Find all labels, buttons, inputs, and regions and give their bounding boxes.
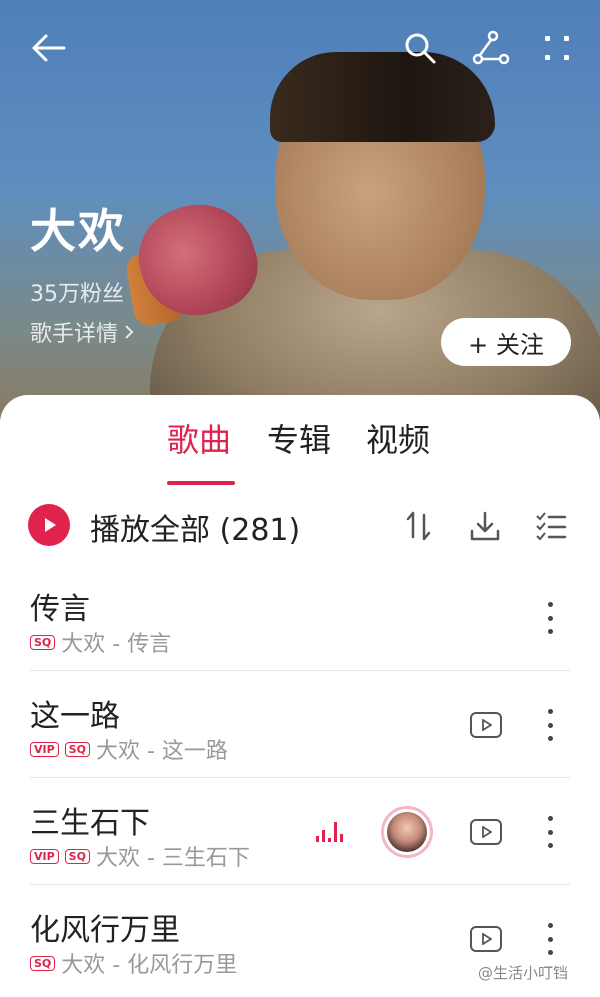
- share-button[interactable]: [466, 28, 516, 68]
- play-all-button[interactable]: [28, 504, 70, 546]
- play-all-row: 播放全部 (281): [0, 495, 600, 555]
- artist-detail-link[interactable]: 歌手详情: [30, 316, 134, 348]
- sq-badge: SQ: [30, 955, 56, 971]
- more-vertical-icon[interactable]: [540, 816, 560, 848]
- download-icon[interactable]: [468, 509, 502, 543]
- play-all-label[interactable]: 播放全部 (281): [90, 505, 300, 549]
- multi-select-icon[interactable]: [534, 509, 568, 543]
- vip-badge: VIP: [30, 741, 59, 757]
- mv-icon[interactable]: [470, 819, 502, 845]
- list-item[interactable]: 这一路 VIP SQ 大欢 - 这一路: [0, 677, 600, 783]
- song-title: 这一路: [30, 699, 120, 734]
- song-subtitle: 大欢 - 这一路: [95, 739, 228, 764]
- tab-videos[interactable]: 视频: [366, 415, 430, 461]
- tab-songs[interactable]: 歌曲: [167, 415, 231, 461]
- search-button[interactable]: [398, 28, 442, 68]
- equalizer-icon: [316, 820, 344, 842]
- more-icon: [545, 36, 569, 60]
- divider: [30, 777, 570, 778]
- song-subtitle-row: VIP SQ 大欢 - 三生石下: [30, 840, 250, 872]
- song-subtitle-row: SQ 大欢 - 化风行万里: [30, 947, 237, 979]
- follow-button[interactable]: + 关注: [441, 318, 571, 366]
- sq-badge: SQ: [64, 848, 90, 864]
- top-bar: [0, 0, 600, 90]
- sq-badge: SQ: [64, 741, 90, 757]
- vip-badge: VIP: [30, 848, 59, 864]
- back-button[interactable]: [26, 28, 70, 68]
- tab-bar: 歌曲 专辑 视频: [0, 415, 600, 485]
- divider: [30, 884, 570, 885]
- tab-active-indicator: [167, 481, 235, 485]
- avatar[interactable]: [381, 806, 433, 858]
- share-icon: [472, 30, 510, 65]
- play-icon: [45, 518, 56, 532]
- back-arrow-icon: [32, 34, 66, 62]
- song-title: 三生石下: [30, 806, 150, 841]
- list-item[interactable]: 三生石下 VIP SQ 大欢 - 三生石下: [0, 784, 600, 890]
- avatar-image: [387, 812, 427, 852]
- mv-icon[interactable]: [470, 712, 502, 738]
- song-subtitle: 大欢 - 三生石下: [95, 846, 250, 871]
- song-title: 化风行万里: [30, 913, 180, 948]
- song-subtitle: 大欢 - 化风行万里: [61, 953, 238, 978]
- fans-count: 35万粉丝: [30, 282, 124, 307]
- search-icon: [405, 33, 436, 64]
- song-subtitle-row: SQ 大欢 - 传言: [30, 626, 171, 658]
- more-vertical-icon[interactable]: [540, 602, 560, 634]
- more-vertical-icon[interactable]: [540, 923, 560, 955]
- watermark: @生活小叮铛: [478, 964, 569, 982]
- sort-icon[interactable]: [402, 509, 436, 543]
- song-subtitle-row: VIP SQ 大欢 - 这一路: [30, 733, 228, 765]
- artist-detail-label: 歌手详情: [30, 322, 119, 347]
- more-button[interactable]: [534, 28, 580, 68]
- sq-badge: SQ: [30, 634, 56, 650]
- mv-icon[interactable]: [470, 926, 502, 952]
- artist-name: 大欢: [30, 204, 126, 258]
- song-subtitle: 大欢 - 传言: [61, 632, 172, 657]
- chevron-right-icon: [125, 325, 134, 339]
- more-vertical-icon[interactable]: [540, 709, 560, 741]
- tab-albums[interactable]: 专辑: [267, 415, 331, 461]
- list-item[interactable]: 传言 SQ 大欢 - 传言: [0, 570, 600, 676]
- divider: [30, 670, 570, 671]
- song-title: 传言: [30, 592, 90, 627]
